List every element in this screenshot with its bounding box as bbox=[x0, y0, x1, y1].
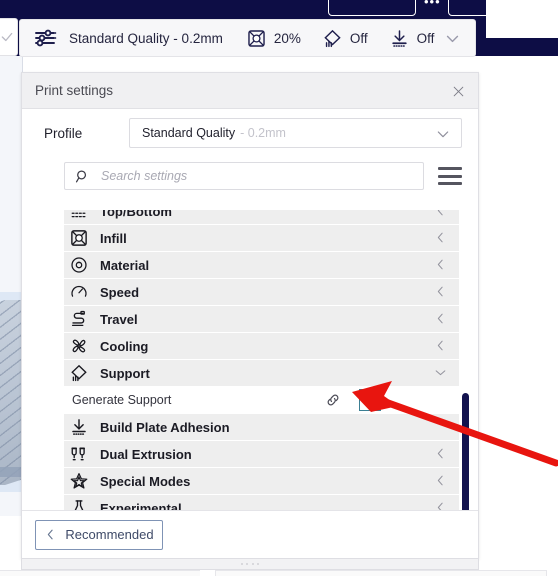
category-travel[interactable]: Travel bbox=[64, 306, 459, 332]
profile-label: Profile bbox=[44, 125, 83, 141]
chevron-down-icon[interactable] bbox=[444, 30, 461, 47]
category-special-modes[interactable]: Special Modes bbox=[64, 468, 459, 494]
recommended-button[interactable]: Recommended bbox=[35, 519, 163, 550]
print-settings-panel: Print settings Profile Standard Quality … bbox=[21, 72, 479, 559]
category-cooling[interactable]: Cooling bbox=[64, 333, 459, 359]
chevron-left-icon bbox=[434, 339, 447, 357]
chevron-left-icon bbox=[434, 447, 447, 465]
adhesion-metric[interactable]: Off bbox=[390, 29, 435, 48]
chevron-left-icon bbox=[434, 231, 447, 249]
speed-icon bbox=[70, 283, 88, 301]
category-label: Speed bbox=[100, 284, 140, 300]
profile-row: Profile Standard Quality - 0.2mm bbox=[22, 109, 478, 157]
category-label: Infill bbox=[100, 230, 127, 246]
dual-extrusion-icon bbox=[70, 445, 88, 463]
checkmark-chip[interactable] bbox=[0, 18, 18, 56]
setting-label: Generate Support bbox=[72, 393, 172, 407]
profile-selected-value: Standard Quality bbox=[142, 126, 236, 140]
support-metric[interactable]: Off bbox=[323, 29, 368, 48]
category-experimental[interactable]: Experimental bbox=[64, 495, 459, 511]
category-dual-extrusion[interactable]: Dual Extrusion bbox=[64, 441, 459, 467]
app-top-bar: ••• Standard Quality - 0.2mm 20% Off Off bbox=[0, 0, 558, 57]
search-row bbox=[22, 157, 478, 195]
travel-icon bbox=[70, 310, 88, 328]
category-label: Cooling bbox=[100, 338, 149, 354]
bottom-right-card bbox=[215, 570, 547, 576]
cooling-fan-icon bbox=[70, 337, 88, 355]
search-icon bbox=[75, 169, 90, 184]
generate-support-checkbox[interactable] bbox=[359, 389, 381, 411]
infill-metric[interactable]: 20% bbox=[247, 29, 301, 48]
panel-header: Print settings bbox=[22, 73, 478, 109]
special-modes-icon bbox=[70, 472, 88, 490]
infill-value: 20% bbox=[273, 30, 301, 46]
category-material[interactable]: Material bbox=[64, 252, 459, 278]
settings-list: Top/Bottom Infill Material Speed Travel … bbox=[23, 210, 477, 511]
material-icon bbox=[70, 256, 88, 274]
search-box[interactable] bbox=[64, 162, 424, 190]
grip-icon bbox=[241, 562, 259, 567]
category-build-plate-adhesion[interactable]: Build Plate Adhesion bbox=[64, 414, 459, 440]
support-icon bbox=[323, 29, 342, 48]
category-label: Top/Bottom bbox=[100, 210, 172, 219]
recommended-label: Recommended bbox=[65, 527, 154, 542]
close-icon[interactable] bbox=[448, 81, 468, 101]
quality-profile-label: Standard Quality - 0.2mm bbox=[69, 30, 223, 46]
category-label: Material bbox=[100, 257, 150, 273]
adhesion-icon bbox=[70, 418, 88, 436]
chevron-down-icon bbox=[434, 366, 447, 384]
infill-icon bbox=[70, 229, 88, 247]
category-label: Special Modes bbox=[100, 473, 191, 489]
print-setup-selector-bar[interactable]: Standard Quality - 0.2mm 20% Off Off bbox=[19, 19, 476, 57]
chevron-left-icon bbox=[44, 528, 57, 541]
chevron-left-icon bbox=[434, 258, 447, 276]
panel-title: Print settings bbox=[35, 83, 114, 98]
category-infill[interactable]: Infill bbox=[64, 225, 459, 251]
top-nav-button-left[interactable] bbox=[328, 0, 416, 16]
top-nav-ellipsis-icon: ••• bbox=[424, 0, 441, 9]
hamburger-line bbox=[438, 182, 462, 185]
category-support[interactable]: Support bbox=[64, 360, 459, 386]
settings-scrollbar[interactable] bbox=[462, 393, 469, 511]
support-value: Off bbox=[349, 30, 368, 46]
chevron-left-icon bbox=[434, 285, 447, 303]
chevron-down-icon bbox=[435, 126, 451, 147]
settings-list-container: Top/Bottom Infill Material Speed Travel … bbox=[23, 210, 477, 511]
category-label: Build Plate Adhesion bbox=[100, 419, 230, 435]
chevron-left-icon bbox=[434, 210, 447, 222]
hamburger-line bbox=[438, 167, 462, 170]
support-icon bbox=[70, 364, 88, 382]
top-bottom-icon bbox=[70, 210, 88, 220]
category-label: Support bbox=[100, 365, 150, 381]
settings-list-clip: Top/Bottom Infill Material Speed Travel … bbox=[23, 210, 477, 511]
setting-generate-support[interactable]: Generate Support bbox=[64, 387, 459, 413]
adhesion-icon bbox=[390, 29, 409, 48]
category-label: Dual Extrusion bbox=[100, 446, 192, 462]
check-icon bbox=[1, 32, 13, 42]
infill-icon bbox=[247, 29, 266, 48]
top-nav-button-right[interactable] bbox=[448, 0, 536, 16]
category-top-bottom[interactable]: Top/Bottom bbox=[64, 210, 459, 224]
category-speed[interactable]: Speed bbox=[64, 279, 459, 305]
panel-footer: Recommended bbox=[22, 510, 478, 558]
sliders-icon bbox=[34, 26, 58, 50]
category-label: Travel bbox=[100, 311, 138, 327]
link-icon[interactable] bbox=[325, 392, 341, 408]
chevron-left-icon bbox=[434, 312, 447, 330]
hamburger-menu-icon[interactable] bbox=[438, 167, 462, 185]
bottom-left-card bbox=[0, 570, 200, 576]
hamburger-line bbox=[438, 174, 462, 178]
search-input[interactable] bbox=[99, 168, 415, 184]
chevron-left-icon bbox=[434, 474, 447, 492]
adhesion-value: Off bbox=[416, 30, 435, 46]
profile-dropdown[interactable]: Standard Quality - 0.2mm bbox=[129, 118, 462, 148]
profile-selected-suffix: - 0.2mm bbox=[240, 126, 286, 140]
panel-resize-handle[interactable] bbox=[21, 558, 479, 570]
